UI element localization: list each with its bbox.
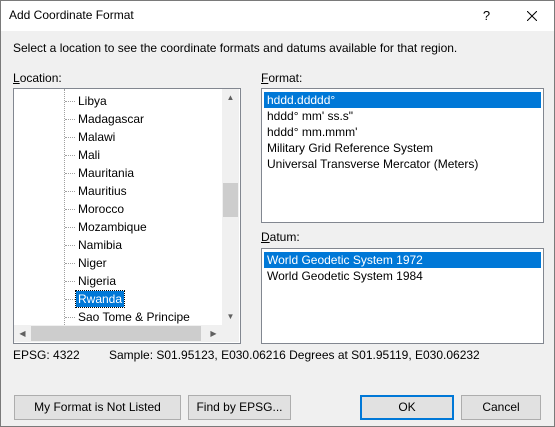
- datum-list[interactable]: World Geodetic System 1972 World Geodetic…: [261, 248, 544, 344]
- tree-connector-branch: [65, 299, 75, 300]
- close-icon: [526, 10, 537, 22]
- sample-coordinates: Sample: S01.95123, E030.06216 Degrees at…: [109, 348, 480, 362]
- tree-item[interactable]: Mali: [14, 146, 222, 164]
- format-list[interactable]: hddd.ddddd° hddd° mm' ss.s" hddd° mm.mmm' M…: [261, 88, 544, 223]
- format-list-item[interactable]: hddd° mm' ss.s": [264, 108, 356, 124]
- datum-list-item[interactable]: World Geodetic System 1972: [264, 252, 541, 268]
- location-label: Location:: [13, 71, 62, 85]
- location-tree[interactable]: Libya Madagascar Malawi Mali Mauritania Mauri…: [13, 88, 241, 344]
- tree-item[interactable]: Niger: [14, 254, 222, 272]
- tree-connector-branch: [65, 119, 75, 120]
- format-list-item[interactable]: hddd.ddddd°: [264, 92, 541, 108]
- datum-label-accel: D: [261, 230, 270, 244]
- chevron-down-icon[interactable]: ▼: [222, 308, 239, 325]
- help-button[interactable]: ?: [464, 1, 509, 31]
- tree-connector-branch: [65, 245, 75, 246]
- tree-item[interactable]: Mauritius: [14, 182, 222, 200]
- tree-connector-branch: [65, 173, 75, 174]
- tree-item-label: Morocco: [78, 202, 125, 216]
- location-tree-viewport: Libya Madagascar Malawi Mali Mauritania Mauri…: [14, 89, 222, 325]
- format-list-item[interactable]: hddd° mm.mmm': [264, 124, 360, 140]
- tree-connector-branch: [65, 137, 75, 138]
- tree-item-label: Rwanda: [74, 290, 126, 308]
- tree-item-label: Madagascar: [78, 112, 145, 126]
- tree-item-label: Niger: [78, 256, 107, 270]
- tree-connector-branch: [65, 281, 75, 282]
- tree-connector-branch: [65, 263, 75, 264]
- location-label-accel: L: [13, 71, 20, 85]
- tree-connector-branch: [65, 191, 75, 192]
- location-horizontal-scrollbar[interactable]: ◀ ▶: [14, 325, 222, 342]
- tree-item[interactable]: Madagascar: [14, 110, 222, 128]
- vertical-scroll-thumb[interactable]: [223, 183, 238, 217]
- tree-item[interactable]: Malawi: [14, 128, 222, 146]
- tree-item-label: Namibia: [78, 238, 123, 252]
- tree-item-label: Libya: [78, 94, 107, 108]
- dialog-title: Add Coordinate Format: [9, 8, 134, 22]
- format-label-rest: ormat:: [268, 71, 303, 85]
- tree-connector-branch: [65, 209, 75, 210]
- scrollbar-corner: [222, 325, 239, 342]
- tree-item-label: Nigeria: [78, 274, 117, 288]
- add-coordinate-format-dialog: Add Coordinate Format ? Select a locatio…: [0, 0, 555, 427]
- tree-item-label: Sao Tome & Principe: [78, 310, 190, 324]
- title-bar: Add Coordinate Format ?: [1, 1, 554, 31]
- tree-item-label: Mauritius: [78, 184, 127, 198]
- ok-button[interactable]: OK: [360, 395, 454, 420]
- tree-item-label: Mauritania: [78, 166, 135, 180]
- format-label: Format:: [261, 71, 302, 85]
- format-not-listed-button[interactable]: My Format is Not Listed: [14, 395, 181, 420]
- tree-connector-branch: [65, 155, 75, 156]
- chevron-left-icon[interactable]: ◀: [14, 325, 31, 342]
- tree-item[interactable]: Nigeria: [14, 272, 222, 290]
- epsg-code: EPSG: 4322: [13, 348, 80, 362]
- tree-connector-branch: [65, 317, 75, 318]
- location-vertical-scrollbar[interactable]: ▲ ▼: [222, 89, 239, 325]
- tree-item[interactable]: Morocco: [14, 200, 222, 218]
- format-list-item[interactable]: Universal Transverse Mercator (Meters): [264, 156, 481, 172]
- datum-label-rest: atum:: [269, 230, 300, 244]
- tree-item[interactable]: Namibia: [14, 236, 222, 254]
- datum-list-item[interactable]: World Geodetic System 1984: [264, 268, 426, 284]
- format-list-item[interactable]: Military Grid Reference System: [264, 140, 436, 156]
- tree-connector-branch: [65, 227, 75, 228]
- datum-label: Datum:: [261, 230, 300, 244]
- location-label-rest: ocation:: [19, 71, 62, 85]
- tree-item[interactable]: Rwanda: [14, 290, 222, 308]
- close-button[interactable]: [509, 1, 554, 31]
- chevron-up-icon[interactable]: ▲: [222, 89, 239, 106]
- tree-item-label: Mozambique: [78, 220, 147, 234]
- chevron-right-icon[interactable]: ▶: [205, 325, 222, 342]
- tree-item-label: Mali: [78, 148, 101, 162]
- horizontal-scroll-thumb[interactable]: [31, 326, 201, 341]
- cancel-button[interactable]: Cancel: [461, 395, 541, 420]
- tree-item[interactable]: Mozambique: [14, 218, 222, 236]
- tree-item[interactable]: Sao Tome & Principe: [14, 308, 222, 325]
- find-by-epsg-button[interactable]: Find by EPSG...: [188, 395, 291, 420]
- instructions-text: Select a location to see the coordinate …: [13, 41, 458, 55]
- tree-item-label: Malawi: [78, 130, 116, 144]
- tree-item[interactable]: Mauritania: [14, 164, 222, 182]
- tree-connector-branch: [65, 101, 75, 102]
- tree-item[interactable]: Libya: [14, 92, 222, 110]
